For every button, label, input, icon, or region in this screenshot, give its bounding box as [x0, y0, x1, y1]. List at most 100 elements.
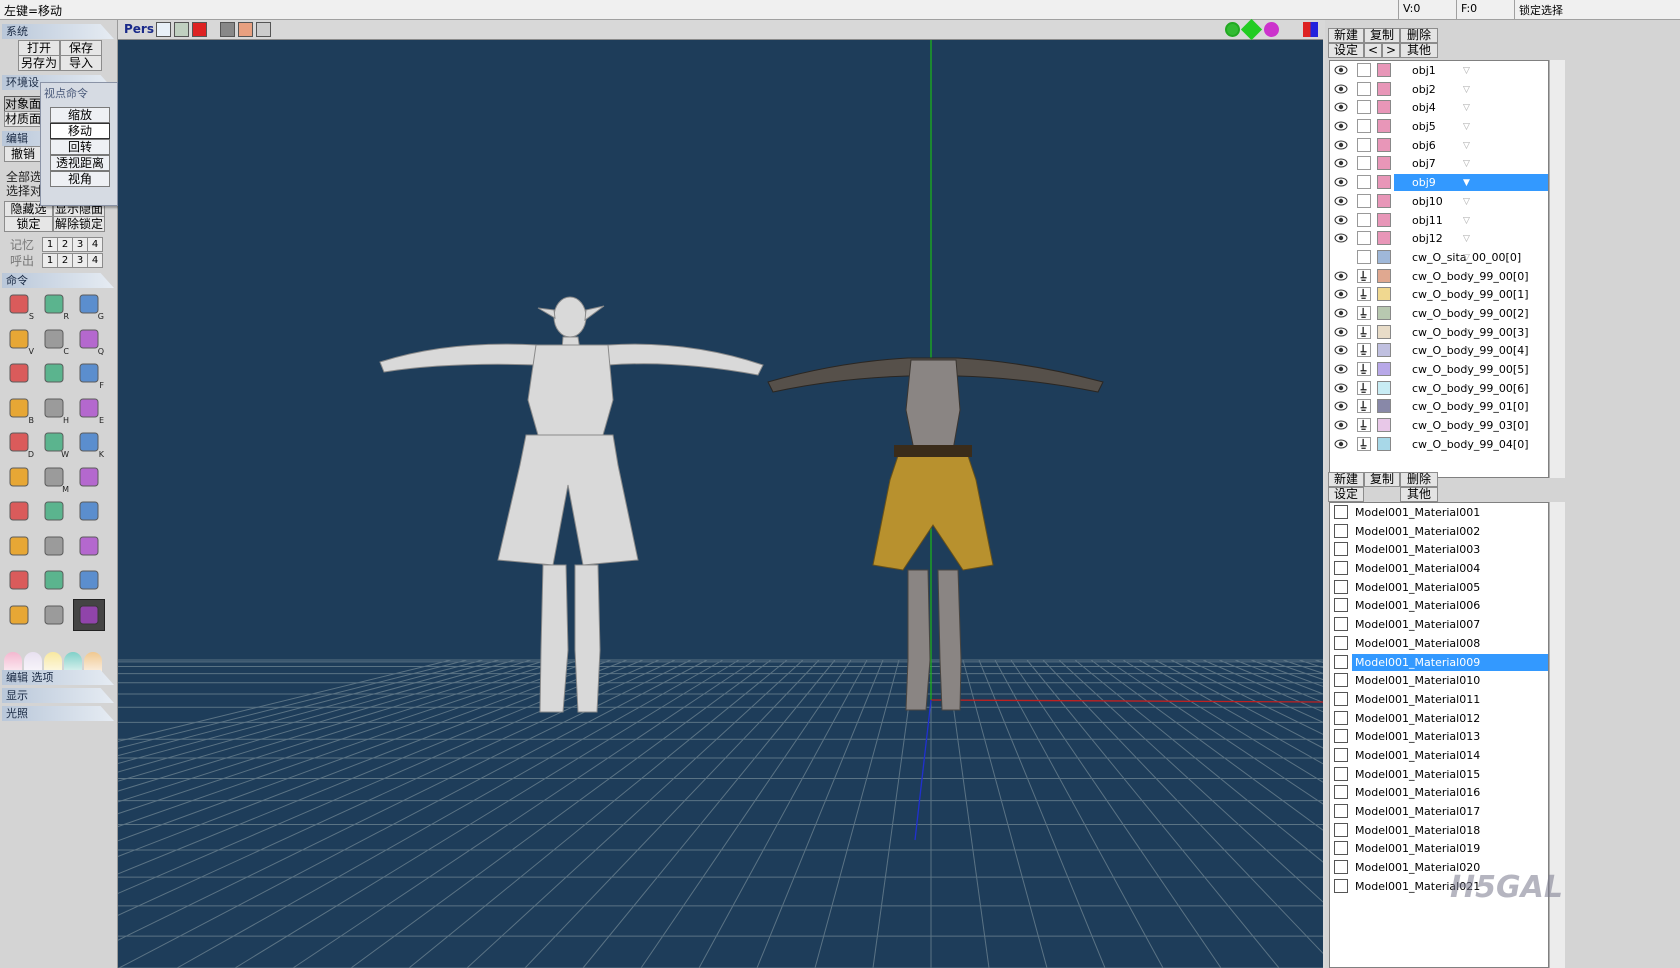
lock-toggle[interactable]	[1357, 249, 1371, 264]
lock-toggle[interactable]	[1357, 287, 1371, 302]
object-row[interactable]: ▽ obj2	[1330, 80, 1548, 99]
object-name[interactable]: ▽ obj2	[1394, 81, 1548, 98]
material-row[interactable]: Model001_Material008	[1330, 634, 1548, 653]
solid-view-icon[interactable]	[192, 22, 207, 37]
section-light[interactable]: 光照	[2, 706, 114, 721]
object-row[interactable]: ▽ cw_O_body_99_01[0]	[1330, 397, 1548, 416]
material-row[interactable]: Model001_Material009	[1330, 653, 1548, 672]
color-swatch[interactable]	[1377, 137, 1391, 152]
material-name[interactable]: Model001_Material007	[1352, 616, 1548, 633]
material-settings-button[interactable]: 设定	[1328, 487, 1364, 502]
material-checkbox[interactable]	[1334, 785, 1348, 800]
material-row[interactable]: Model001_Material019	[1330, 839, 1548, 858]
object-name[interactable]: ▽ cw_O_body_99_00[6]	[1394, 380, 1548, 397]
eye-icon[interactable]	[1334, 231, 1348, 245]
material-checkbox[interactable]	[1334, 561, 1348, 576]
material-checkbox[interactable]	[1334, 505, 1348, 519]
lattice-icon[interactable]	[3, 495, 35, 527]
save-as-button[interactable]: 另存为	[18, 55, 60, 71]
lock-toggle[interactable]	[1357, 399, 1371, 414]
expand-triangle-icon[interactable]: ▽	[1463, 249, 1470, 267]
material-checkbox[interactable]	[1334, 635, 1348, 650]
object-name[interactable]: ▽ cw_O_body_99_04[0]	[1394, 436, 1548, 453]
expand-triangle-icon[interactable]: ▽	[1463, 286, 1470, 304]
object-other-button[interactable]: 其他	[1400, 43, 1438, 58]
material-row[interactable]: Model001_Material010	[1330, 671, 1548, 690]
object-panel-button[interactable]: 对象面	[4, 96, 42, 112]
object-delete-button[interactable]: 删除	[1400, 28, 1438, 43]
move-icon[interactable]: V	[3, 323, 35, 356]
lock-toggle[interactable]	[1357, 305, 1371, 320]
object-name[interactable]: ▽ cw_O_body_99_01[0]	[1394, 398, 1548, 415]
color-swatch[interactable]	[1377, 380, 1391, 395]
orbit-tool-icon[interactable]	[1264, 22, 1279, 37]
expand-triangle-icon[interactable]: ▽	[1463, 155, 1470, 173]
material-row[interactable]: Model001_Material017	[1330, 802, 1548, 821]
material-name[interactable]: Model001_Material011	[1352, 691, 1548, 708]
object-row[interactable]: ▽ obj4	[1330, 98, 1548, 117]
material-checkbox[interactable]	[1334, 766, 1348, 781]
material-name[interactable]: Model001_Material003	[1352, 541, 1548, 558]
eye-icon[interactable]	[1334, 100, 1348, 114]
material-row[interactable]: Model001_Material018	[1330, 821, 1548, 840]
color-swatch[interactable]	[1377, 305, 1391, 320]
material-row[interactable]: Model001_Material001	[1330, 503, 1548, 522]
expand-triangle-icon[interactable]: ▽	[1463, 268, 1470, 286]
rotate-view-button[interactable]: 回转	[50, 139, 110, 155]
material-checkbox[interactable]	[1334, 841, 1348, 856]
material-checkbox[interactable]	[1334, 523, 1348, 538]
lock-toggle[interactable]	[1357, 343, 1371, 358]
object-list-scrollbar[interactable]	[1549, 60, 1565, 478]
material-name[interactable]: Model001_Material017	[1352, 803, 1548, 820]
object-prev-button[interactable]: <	[1364, 43, 1382, 58]
material-checkbox[interactable]	[1334, 579, 1348, 594]
object-name[interactable]: ▽ cw_O_body_99_00[5]	[1394, 361, 1548, 379]
material-name[interactable]: Model001_Material019	[1352, 840, 1548, 857]
material-name[interactable]: Model001_Material004	[1352, 560, 1548, 577]
material-checkbox[interactable]	[1334, 860, 1348, 875]
material-row[interactable]: Model001_Material012	[1330, 709, 1548, 728]
expand-triangle-icon[interactable]: ▽	[1463, 361, 1470, 379]
object-row[interactable]: ▽ cw_O_body_99_00[6]	[1330, 379, 1548, 398]
material-row[interactable]: Model001_Material015	[1330, 765, 1548, 784]
lock-toggle[interactable]	[1357, 156, 1371, 171]
section-edit-options[interactable]: 编辑 选项	[2, 670, 114, 685]
eye-icon[interactable]	[1334, 194, 1348, 208]
object-name[interactable]: ▽ obj1	[1394, 62, 1548, 79]
color-swatch[interactable]	[1377, 100, 1391, 115]
material-checkbox[interactable]	[1334, 804, 1348, 818]
extrude-icon[interactable]: E	[73, 392, 105, 425]
pan-tool-icon[interactable]	[1240, 18, 1263, 41]
recall-slot-1[interactable]: 1	[42, 253, 58, 268]
object-name[interactable]: ▽ obj12	[1394, 230, 1548, 247]
material-panel-button[interactable]: 材质面	[4, 111, 42, 127]
recall-slot-3[interactable]: 3	[72, 253, 88, 268]
material-name[interactable]: Model001_Material008	[1352, 635, 1548, 652]
object-name[interactable]: ▽ cw_O_body_99_00[4]	[1394, 342, 1548, 359]
color-swatch[interactable]	[1377, 175, 1391, 190]
material-name[interactable]: Model001_Material018	[1352, 822, 1548, 839]
material-row[interactable]: Model001_Material013	[1330, 727, 1548, 746]
projection-mode-label[interactable]: Pers	[124, 22, 154, 36]
eye-icon[interactable]	[1334, 156, 1348, 170]
object-copy-button[interactable]: 复制	[1364, 28, 1400, 43]
recall-slot-2[interactable]: 2	[57, 253, 73, 268]
object-next-button[interactable]: >	[1382, 43, 1400, 58]
object-name[interactable]: ▽ obj7	[1394, 155, 1548, 173]
rect-select-icon[interactable]: R	[38, 288, 70, 321]
lock-toggle[interactable]	[1357, 231, 1371, 246]
material-row[interactable]: Model001_Material014	[1330, 746, 1548, 765]
color-swatch[interactable]	[1377, 156, 1391, 171]
object-row[interactable]: ▽ cw_O_body_99_00[0]	[1330, 267, 1548, 286]
paint-palette-icon[interactable]	[73, 530, 105, 562]
material-row[interactable]: Model001_Material004	[1330, 559, 1548, 578]
object-name[interactable]: ▽ obj11	[1394, 212, 1548, 229]
object-row[interactable]: ▽ obj12	[1330, 229, 1548, 248]
save-button[interactable]: 保存	[60, 40, 102, 56]
color-swatch[interactable]	[1377, 193, 1391, 208]
material-name[interactable]: Model001_Material005	[1352, 579, 1548, 596]
object-name[interactable]: ▽ obj4	[1394, 99, 1548, 116]
expand-triangle-icon[interactable]: ▽	[1463, 137, 1470, 155]
eye-icon[interactable]	[1334, 325, 1348, 339]
material-checkbox[interactable]	[1334, 747, 1348, 762]
